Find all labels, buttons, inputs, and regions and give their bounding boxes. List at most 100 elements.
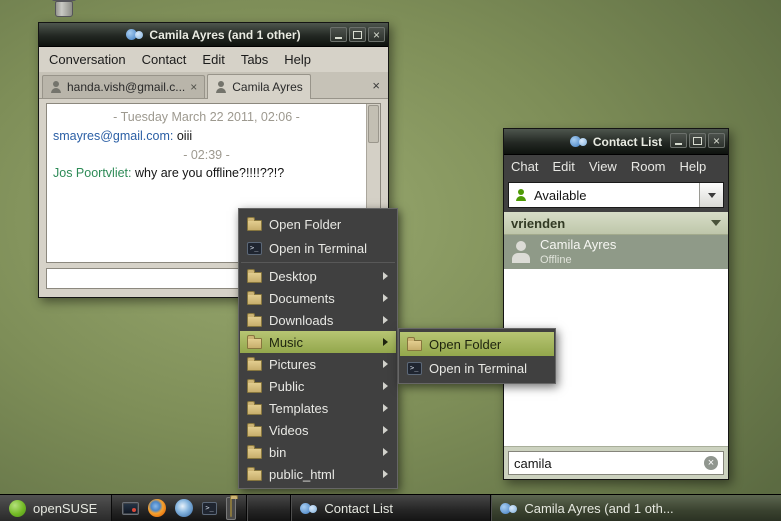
web-browser-icon[interactable] xyxy=(175,499,194,517)
folder-icon xyxy=(407,337,422,351)
menu-item-label: bin xyxy=(269,444,287,460)
contact-list-menubar: Chat Edit View Room Help xyxy=(504,155,728,179)
folder-icon xyxy=(247,357,262,371)
empathy-icon xyxy=(500,502,518,515)
menu-item-label: Open in Terminal xyxy=(269,240,368,256)
folder-icon xyxy=(247,269,262,283)
chat-message: Jos Poortvliet: why are you offline?!!!!… xyxy=(53,164,360,183)
taskbar-camila-ayres[interactable]: Camila Ayres (and 1 oth... xyxy=(490,495,781,521)
context-submenu: Open Folder Open in Terminal xyxy=(398,328,556,384)
menu-view[interactable]: View xyxy=(582,155,624,179)
menu-open-in-terminal[interactable]: Open in Terminal xyxy=(240,236,396,260)
taskbar-spacer xyxy=(246,495,290,521)
chevron-right-icon xyxy=(383,382,388,390)
chat-tabbar: handa.vish@gmail.c... Camila Ayres xyxy=(39,72,388,99)
trash-can xyxy=(55,1,73,17)
menu-contact[interactable]: Contact xyxy=(134,47,195,72)
chat-window-title: Camila Ayres (and 1 other) xyxy=(149,27,301,42)
firefox-icon[interactable] xyxy=(148,499,167,517)
menu-public[interactable]: Public xyxy=(240,375,396,397)
folder-icon xyxy=(247,445,262,459)
menu-bin[interactable]: bin xyxy=(240,441,396,463)
chat-window-titlebar[interactable]: Camila Ayres (and 1 other) xyxy=(39,23,388,47)
close-tab-button[interactable] xyxy=(372,78,380,93)
chevron-down-icon xyxy=(707,192,716,198)
file-manager-icon[interactable] xyxy=(226,496,237,520)
terminal-icon[interactable] xyxy=(202,501,218,515)
chevron-right-icon xyxy=(383,470,388,478)
menu-documents[interactable]: Documents xyxy=(240,287,396,309)
message-sender: smayres@gmail.com: xyxy=(53,128,174,143)
empathy-icon xyxy=(569,135,587,148)
chevron-right-icon xyxy=(383,426,388,434)
menu-chat[interactable]: Chat xyxy=(504,155,545,179)
menu-downloads[interactable]: Downloads xyxy=(240,309,396,331)
menu-conversation[interactable]: Conversation xyxy=(41,47,134,72)
taskbar-contact-list[interactable]: Contact List xyxy=(290,495,490,521)
menu-help[interactable]: Help xyxy=(276,47,319,72)
chevron-right-icon xyxy=(383,404,388,412)
menu-help[interactable]: Help xyxy=(673,155,714,179)
contact-list-titlebar[interactable]: Contact List xyxy=(504,129,728,155)
menu-tabs[interactable]: Tabs xyxy=(233,47,276,72)
group-label: vrienden xyxy=(511,215,566,231)
menu-item-label: Templates xyxy=(269,400,329,416)
submenu-open-folder[interactable]: Open Folder xyxy=(400,332,554,356)
menu-public-html[interactable]: public_html xyxy=(240,463,396,485)
group-vrienden[interactable]: vrienden xyxy=(504,212,728,235)
chevron-right-icon xyxy=(383,316,388,324)
chat-message: smayres@gmail.com: oiii xyxy=(53,127,360,146)
menu-item-label: Videos xyxy=(269,422,309,438)
chevron-right-icon xyxy=(383,272,388,280)
folder-icon xyxy=(247,335,262,349)
menu-templates[interactable]: Templates xyxy=(240,397,396,419)
close-button[interactable] xyxy=(708,133,725,148)
menu-edit[interactable]: Edit xyxy=(545,155,581,179)
folder-icon xyxy=(247,313,262,327)
folder-icon xyxy=(247,217,262,231)
submenu-open-in-terminal[interactable]: Open in Terminal xyxy=(400,356,554,380)
chat-timestamp: - 02:39 - xyxy=(183,147,230,162)
close-button[interactable] xyxy=(368,27,385,42)
message-text: why are you offline?!!!!??!? xyxy=(135,166,285,181)
menu-desktop[interactable]: Desktop xyxy=(240,265,396,287)
opensuse-logo-icon xyxy=(9,499,26,517)
quick-launchers xyxy=(112,495,246,521)
folder-icon xyxy=(247,379,262,393)
menu-edit[interactable]: Edit xyxy=(194,47,232,72)
start-button-opensuse[interactable]: openSUSE xyxy=(0,495,113,521)
menu-item-label: Desktop xyxy=(269,268,317,284)
avatar-icon xyxy=(510,240,532,264)
empathy-icon xyxy=(126,28,144,41)
contact-row-camila[interactable]: Camila Ayres Offline xyxy=(504,235,728,269)
menu-separator xyxy=(241,262,395,263)
tab-close-icon[interactable] xyxy=(190,81,197,93)
status-dropdown-button[interactable] xyxy=(699,183,723,207)
maximize-button[interactable] xyxy=(689,133,706,148)
status-value: Available xyxy=(534,187,587,203)
computer-icon[interactable] xyxy=(122,501,140,515)
menu-videos[interactable]: Videos xyxy=(240,419,396,441)
maximize-button[interactable] xyxy=(349,27,366,42)
desktop[interactable]: Camila Ayres (and 1 other) Conversation … xyxy=(0,0,781,521)
minimize-button[interactable] xyxy=(330,27,347,42)
tab-camila-ayres[interactable]: Camila Ayres xyxy=(207,74,311,99)
minimize-button[interactable] xyxy=(670,133,687,148)
trash-icon[interactable] xyxy=(52,0,76,19)
menu-pictures[interactable]: Pictures xyxy=(240,353,396,375)
chevron-right-icon xyxy=(383,360,388,368)
menu-open-folder[interactable]: Open Folder xyxy=(240,212,396,236)
menu-room[interactable]: Room xyxy=(624,155,673,179)
folder-icon xyxy=(247,401,262,415)
scrollbar-thumb[interactable] xyxy=(368,105,379,143)
clear-search-icon[interactable] xyxy=(704,456,718,470)
search-input[interactable] xyxy=(514,455,700,471)
chevron-right-icon xyxy=(383,448,388,456)
menu-music[interactable]: Music xyxy=(240,331,396,353)
tab-handa-vish[interactable]: handa.vish@gmail.c... xyxy=(42,75,206,98)
chevron-right-icon xyxy=(383,338,388,346)
status-selector[interactable]: Available xyxy=(508,182,724,208)
task-label: Contact List xyxy=(324,500,393,516)
menu-item-label: Pictures xyxy=(269,356,316,372)
chevron-right-icon xyxy=(383,294,388,302)
